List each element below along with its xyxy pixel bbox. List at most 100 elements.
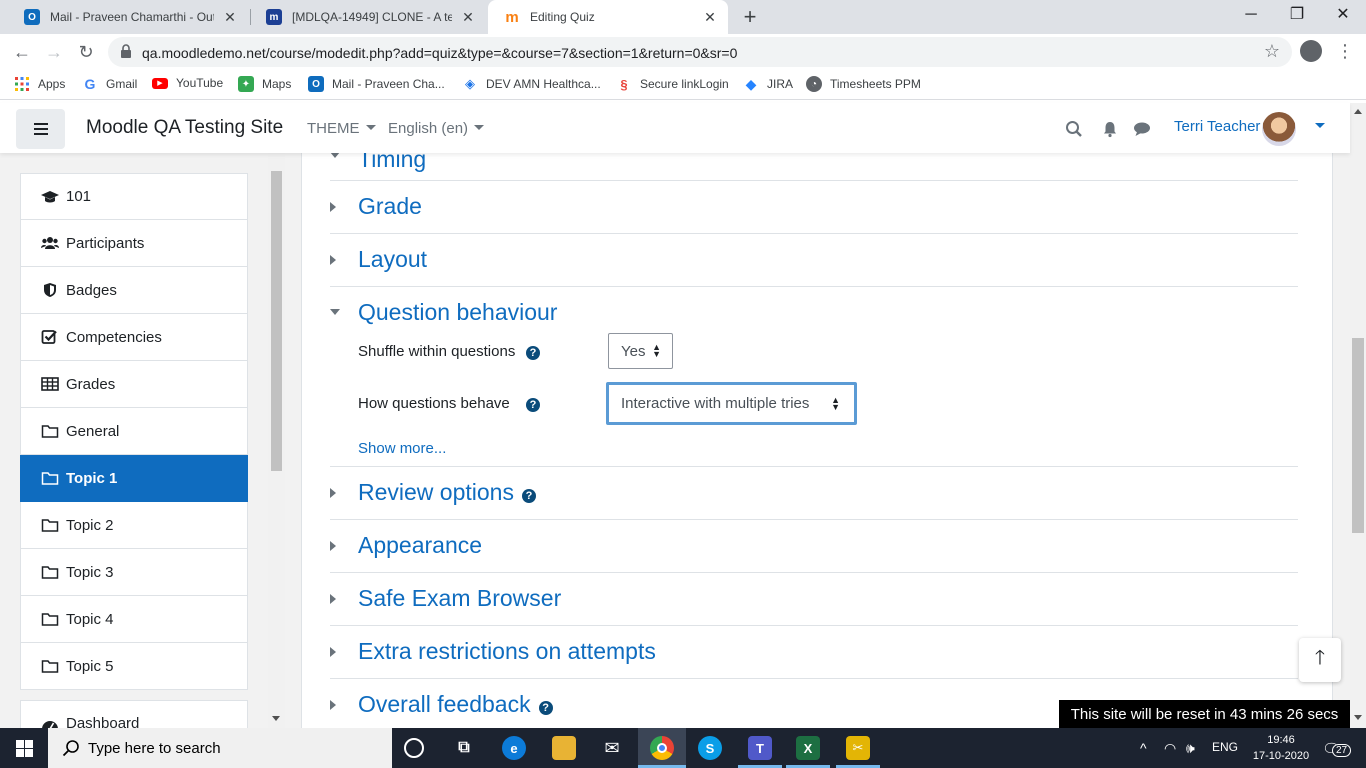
drawer-item-dashboard[interactable]: Dashboard <box>20 700 248 728</box>
drawer-item-participants[interactable]: Participants <box>20 220 248 267</box>
start-button[interactable] <box>0 728 48 768</box>
bookmark-outlook[interactable]: O Mail - Praveen Cha... <box>308 76 445 92</box>
language-menu[interactable]: English (en) <box>388 120 485 137</box>
cortana-icon[interactable] <box>404 738 424 758</box>
bookmark-apps[interactable]: Apps <box>14 76 65 92</box>
help-icon[interactable]: ? <box>526 398 540 412</box>
section-title[interactable]: Review options <box>358 479 514 506</box>
drawer-item-general[interactable]: General <box>20 408 248 455</box>
scroll-down-arrow-icon[interactable] <box>1354 715 1362 720</box>
drawer-item-course[interactable]: 101 <box>20 173 248 220</box>
close-icon[interactable]: ✕ <box>702 9 718 26</box>
section-timing[interactable]: Timing <box>330 153 1298 181</box>
theme-menu[interactable]: THEME <box>307 120 376 137</box>
tab-outlook-mail[interactable]: O Mail - Praveen Chamarthi - Outlook ✕ <box>8 0 248 34</box>
avatar[interactable] <box>1262 112 1296 146</box>
bookmark-timesheets[interactable]: ◔ Timesheets PPM <box>806 76 921 92</box>
restore-button[interactable]: ❐ <box>1274 0 1320 32</box>
back-to-top-button[interactable]: 🡑 <box>1299 638 1341 682</box>
clock[interactable]: 19:46 17-10-2020 <box>1246 732 1316 764</box>
tab-jira-issue[interactable]: m [MDLQA-14949] CLONE - A teacher ✕ <box>250 0 486 34</box>
shuffle-select[interactable]: Yes ▲ ▼ <box>608 333 673 369</box>
drawer-toggle-button[interactable] <box>16 109 65 149</box>
reload-button[interactable]: ↻ <box>74 40 98 64</box>
section-appearance[interactable]: Appearance <box>330 520 1298 573</box>
language-indicator[interactable]: ENG <box>1212 740 1238 754</box>
tab-editing-quiz[interactable]: m Editing Quiz ✕ <box>488 0 728 34</box>
page-scrollbar[interactable] <box>1350 103 1366 728</box>
drawer-item-topic-2[interactable]: Topic 2 <box>20 502 248 549</box>
window-close-button[interactable]: ✕ <box>1320 0 1366 32</box>
bookmark-jira[interactable]: ◆ JIRA <box>743 76 793 92</box>
section-layout[interactable]: Layout <box>330 234 1298 287</box>
section-title[interactable]: Question behaviour <box>358 299 557 326</box>
section-safe-exam-browser[interactable]: Safe Exam Browser <box>330 573 1298 626</box>
excel-icon[interactable]: X <box>796 736 820 760</box>
taskbar-search-box[interactable]: Type here to search <box>48 728 392 768</box>
file-explorer-icon[interactable] <box>552 736 576 760</box>
mail-icon[interactable]: ✉ <box>600 736 624 760</box>
drawer-item-competencies[interactable]: Competencies <box>20 314 248 361</box>
site-name[interactable]: Moodle QA Testing Site <box>86 117 283 139</box>
snipping-tool-icon[interactable]: ✂ <box>846 736 870 760</box>
bookmark-youtube[interactable]: ▶ YouTube <box>152 76 223 90</box>
section-title[interactable]: Grade <box>358 193 422 220</box>
section-extra-restrictions[interactable]: Extra restrictions on attempts <box>330 626 1298 679</box>
help-icon[interactable]: ? <box>521 488 536 503</box>
minimize-button[interactable]: ─ <box>1228 0 1274 32</box>
user-menu-name[interactable]: Terri Teacher <box>1174 118 1260 135</box>
skype-icon[interactable]: S <box>698 736 722 760</box>
drawer-item-topic-5[interactable]: Topic 5 <box>20 643 248 690</box>
scrollbar-thumb[interactable] <box>271 171 282 471</box>
shield-icon <box>44 283 56 297</box>
section-title[interactable]: Layout <box>358 246 427 273</box>
bookmark-star-icon[interactable]: ☆ <box>1264 41 1280 62</box>
back-button[interactable]: ← <box>10 40 34 64</box>
drawer-item-topic-3[interactable]: Topic 3 <box>20 549 248 596</box>
drawer-item-badges[interactable]: Badges <box>20 267 248 314</box>
close-icon[interactable]: ✕ <box>460 9 476 26</box>
chrome-icon[interactable] <box>650 736 674 760</box>
messages-icon[interactable] <box>1133 120 1151 138</box>
forward-button[interactable]: → <box>42 40 66 64</box>
drawer-item-grades[interactable]: Grades <box>20 361 248 408</box>
scrollbar-thumb[interactable] <box>1352 338 1364 533</box>
section-grade[interactable]: Grade <box>330 181 1298 234</box>
scroll-up-arrow-icon[interactable] <box>1354 109 1362 114</box>
address-bar[interactable]: qa.moodledemo.net/course/modedit.php?add… <box>108 37 1292 67</box>
bookmark-secure-link[interactable]: § Secure linkLogin <box>616 76 728 92</box>
section-title[interactable]: Safe Exam Browser <box>358 585 561 612</box>
show-more-link[interactable]: Show more... <box>358 440 446 457</box>
bookmark-amn[interactable]: ◈ DEV AMN Healthca... <box>462 76 601 92</box>
drawer-scrollbar[interactable] <box>268 153 285 728</box>
collapse-caret-icon[interactable] <box>330 309 340 315</box>
bookmark-gmail[interactable]: G Gmail <box>82 76 138 92</box>
action-center-button[interactable]: 🗨 27 <box>1322 738 1352 758</box>
section-title[interactable]: Timing <box>358 153 426 173</box>
caret-down-icon[interactable] <box>1315 123 1325 128</box>
profile-icon[interactable] <box>1300 40 1322 62</box>
search-icon[interactable] <box>1065 120 1083 138</box>
wifi-icon[interactable]: ◠ <box>1164 740 1176 757</box>
new-tab-button[interactable]: + <box>738 4 762 30</box>
section-title[interactable]: Overall feedback <box>358 691 531 718</box>
section-title[interactable]: Extra restrictions on attempts <box>358 638 656 665</box>
task-view-icon[interactable]: ⧉ <box>452 736 476 760</box>
chrome-menu-icon[interactable]: ⋮ <box>1336 38 1354 64</box>
volume-icon[interactable]: 🕪 <box>1186 740 1195 757</box>
bookmark-maps[interactable]: ✦ Maps <box>238 76 291 92</box>
section-title[interactable]: Appearance <box>358 532 482 559</box>
tray-overflow-icon[interactable]: ^ <box>1140 740 1147 756</box>
close-icon[interactable]: ✕ <box>222 9 238 26</box>
drawer-item-topic-1[interactable]: Topic 1 <box>20 455 248 502</box>
scroll-down-arrow-icon[interactable] <box>272 716 280 721</box>
bell-icon[interactable] <box>1101 120 1119 138</box>
teams-icon[interactable]: T <box>748 736 772 760</box>
help-icon[interactable]: ? <box>538 700 553 715</box>
section-review-options[interactable]: Review options? <box>330 467 1298 520</box>
behave-select[interactable]: Interactive with multiple tries ▲ ▼ <box>606 382 857 425</box>
drawer-item-topic-4[interactable]: Topic 4 <box>20 596 248 643</box>
lock-icon[interactable] <box>120 44 132 58</box>
help-icon[interactable]: ? <box>526 346 540 360</box>
edge-icon[interactable]: e <box>502 736 526 760</box>
